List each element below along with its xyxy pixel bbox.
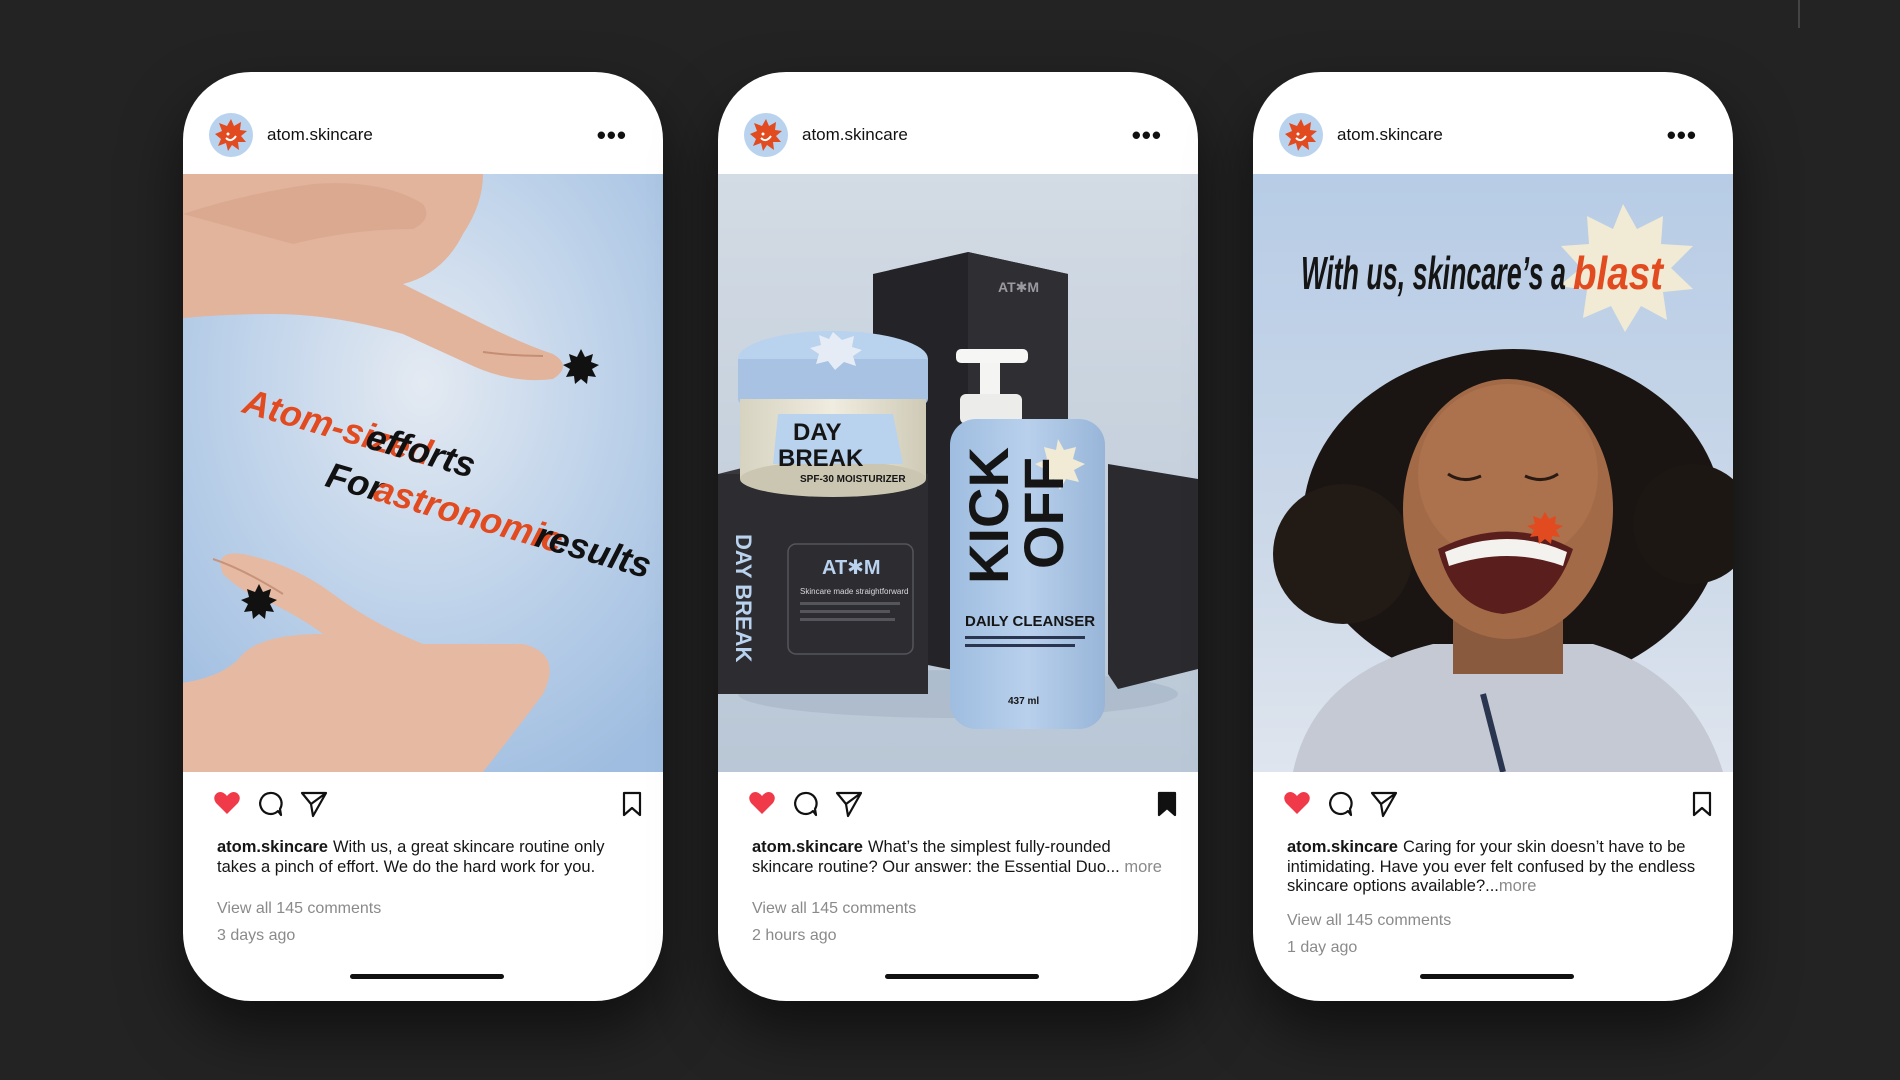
post-actions: [718, 790, 1198, 830]
bottle-title-2: OFF: [1012, 457, 1075, 569]
view-comments-link[interactable]: View all 145 comments: [217, 900, 381, 918]
comment-icon[interactable]: [791, 790, 819, 818]
bookmark-icon[interactable]: [1691, 790, 1713, 818]
share-icon[interactable]: [1369, 790, 1399, 818]
avatar[interactable]: [1279, 113, 1323, 157]
caption-username[interactable]: atom.skincare: [1287, 838, 1398, 856]
home-indicator[interactable]: [350, 974, 504, 979]
share-icon[interactable]: [834, 790, 864, 818]
jar-title-2: BREAK: [778, 445, 864, 472]
post-image[interactable]: AT✱M AT✱M Skincare made straightforward …: [718, 174, 1198, 772]
bookmark-icon[interactable]: [621, 790, 643, 818]
post-timestamp: 2 hours ago: [752, 927, 837, 944]
post-timestamp: 3 days ago: [217, 927, 296, 944]
heart-icon[interactable]: [1283, 790, 1311, 816]
box-tagline: Skincare made straightforward: [800, 587, 909, 596]
post-header: atom.skincare •••: [183, 72, 663, 174]
view-comments-link[interactable]: View all 145 comments: [1287, 912, 1451, 930]
home-indicator[interactable]: [1420, 974, 1574, 979]
bookmark-filled-icon[interactable]: [1156, 790, 1178, 818]
more-options-icon[interactable]: •••: [597, 122, 627, 148]
caption-more-link[interactable]: more: [1499, 877, 1537, 895]
comment-icon[interactable]: [1326, 790, 1354, 818]
box-brand: AT✱M: [822, 557, 881, 579]
atom-logo-icon: [750, 119, 782, 151]
atom-logo-icon: [215, 119, 247, 151]
atom-logo-icon: [1285, 119, 1317, 151]
heart-icon[interactable]: [213, 790, 241, 816]
svg-text:DAY BREAK: DAY BREAK: [731, 534, 756, 662]
avatar[interactable]: [209, 113, 253, 157]
post-timestamp: 1 day ago: [1287, 939, 1358, 956]
jar-title-1: DAY: [793, 419, 841, 446]
post-caption: atom.skincare Caring for your skin doesn’…: [1287, 838, 1707, 897]
headline-text: With us, skincare’s a: [1301, 247, 1566, 299]
caption-more-link[interactable]: more: [1120, 858, 1162, 876]
post-caption: atom.skincare What’s the simplest fully-r…: [752, 838, 1172, 877]
post-header: atom.skincare •••: [1253, 72, 1733, 174]
phone-post-2: atom.skincare ••• AT✱M AT✱M Skincare mad…: [718, 72, 1198, 1001]
bottle-title-1: KICK: [957, 447, 1020, 584]
phone-post-1: atom.skincare ••• Atom-sized efforts For…: [183, 72, 663, 1001]
post-actions: [1253, 790, 1733, 830]
username[interactable]: atom.skincare: [1337, 125, 1443, 145]
post-image[interactable]: Atom-sized efforts For astronomic result…: [183, 174, 663, 772]
caption-username[interactable]: atom.skincare: [752, 838, 863, 856]
avatar[interactable]: [744, 113, 788, 157]
post-image[interactable]: With us, skincare’s a blast: [1253, 174, 1733, 772]
more-options-icon[interactable]: •••: [1132, 122, 1162, 148]
post-actions: [183, 790, 663, 830]
bottle-name: DAILY CLEANSER: [965, 613, 1095, 630]
username[interactable]: atom.skincare: [802, 125, 908, 145]
view-comments-link[interactable]: View all 145 comments: [752, 900, 916, 918]
headline-highlight: blast: [1573, 247, 1664, 299]
post-header: atom.skincare •••: [718, 72, 1198, 174]
post-caption: atom.skincare With us, a great skincare r…: [217, 838, 637, 877]
box-brand-top: AT✱M: [998, 279, 1039, 295]
heart-icon[interactable]: [748, 790, 776, 816]
corner-mark: [1798, 0, 1800, 28]
phone-post-3: atom.skincare ••• With us, skincare’s a …: [1253, 72, 1733, 1001]
jar-subtitle: SPF-30 MOISTURIZER: [800, 474, 906, 485]
share-icon[interactable]: [299, 790, 329, 818]
home-indicator[interactable]: [885, 974, 1039, 979]
caption-username[interactable]: atom.skincare: [217, 838, 328, 856]
comment-icon[interactable]: [256, 790, 284, 818]
bottle-volume: 437 ml: [1008, 696, 1039, 707]
more-options-icon[interactable]: •••: [1667, 122, 1697, 148]
username[interactable]: atom.skincare: [267, 125, 373, 145]
